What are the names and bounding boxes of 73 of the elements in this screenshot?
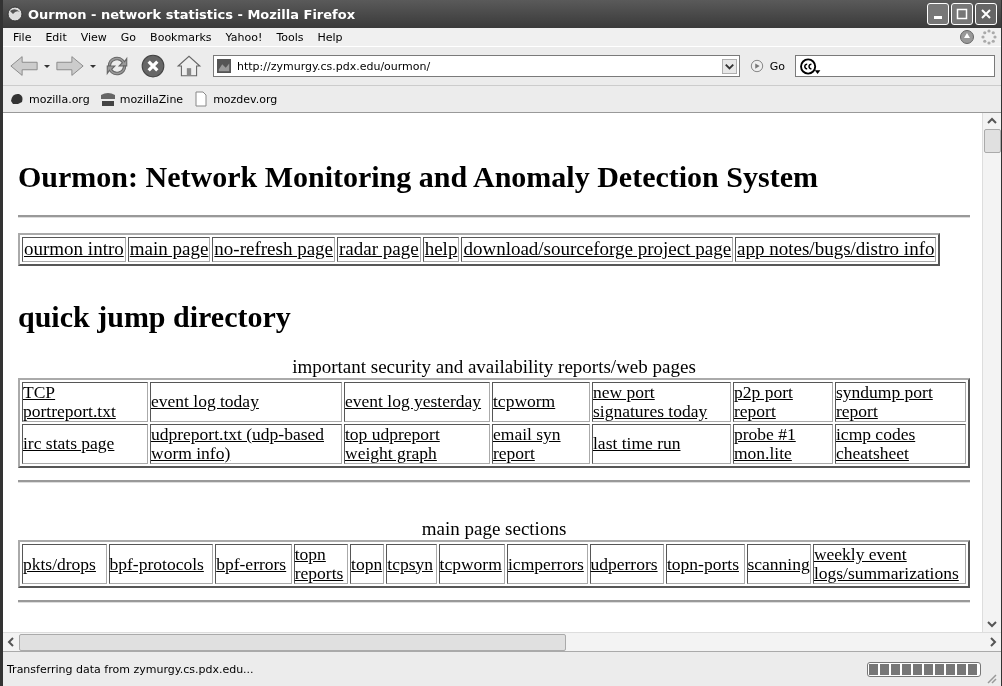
link[interactable]: new port signatures today	[593, 383, 730, 421]
home-icon[interactable]	[176, 53, 202, 79]
link[interactable]: weekly event logs/summarizations	[813, 545, 965, 583]
bookmark[interactable]: mozdev.org	[193, 91, 278, 107]
link[interactable]: top udpreport weight graph	[345, 424, 489, 463]
link[interactable]: radar page	[339, 239, 419, 260]
maximize-button[interactable]	[951, 3, 973, 25]
page-icon	[193, 91, 210, 107]
link[interactable]: udperrors	[590, 554, 663, 574]
link[interactable]: ourmon intro	[24, 239, 124, 260]
link[interactable]: scanning	[747, 554, 810, 574]
menu-item[interactable]: Yahoo!	[219, 30, 269, 44]
link[interactable]: irc stats page	[23, 434, 147, 454]
menu-item[interactable]: Bookmarks	[144, 30, 218, 44]
bookmark[interactable]: mozillaZine	[99, 91, 184, 107]
close-icon	[979, 7, 993, 21]
link[interactable]: topn reports	[294, 545, 348, 583]
update-icon	[959, 29, 975, 45]
bookmark[interactable]: mozilla.org	[9, 91, 90, 107]
link[interactable]: last time run	[593, 434, 730, 454]
throbber-icon	[981, 29, 997, 45]
menu-item[interactable]: File	[7, 30, 38, 44]
firefox-icon	[7, 6, 23, 22]
dropdown-icon[interactable]	[89, 62, 97, 70]
menu-item[interactable]: Go	[114, 30, 143, 44]
link[interactable]: topn-ports	[667, 554, 744, 574]
page-heading: Ourmon: Network Monitoring and Anomaly Detection System	[18, 160, 819, 193]
link[interactable]: syndump port report	[836, 383, 965, 421]
link[interactable]: tcpworm	[493, 392, 589, 412]
menu-item[interactable]: Edit	[39, 30, 73, 44]
table-caption: main page sections	[420, 518, 568, 540]
link[interactable]: topn	[351, 554, 384, 574]
address-field[interactable]: http://zymurgy.cs.pdx.edu/ourmon/	[213, 55, 740, 77]
menu-item[interactable]: View	[74, 30, 113, 44]
link[interactable]: main page	[129, 239, 209, 260]
table-caption: important security and availability reports/web pages	[291, 356, 697, 378]
minimize-icon	[934, 15, 942, 19]
link[interactable]: bpf-errors	[216, 554, 291, 574]
horizontal-scrollbar[interactable]	[3, 632, 1001, 651]
link[interactable]: event log today	[151, 392, 341, 412]
menu-item[interactable]: Help	[311, 30, 349, 44]
link[interactable]: udpreport.txt (udp-based worm info)	[151, 424, 341, 463]
link[interactable]: email syn report	[493, 424, 589, 463]
dropdown-icon[interactable]	[721, 58, 737, 74]
scrollbar-thumb[interactable]	[19, 633, 566, 651]
link[interactable]: pkts/drops	[23, 554, 106, 574]
link[interactable]: icmperrors	[508, 554, 587, 574]
dropdown-icon[interactable]	[43, 62, 51, 70]
search-field[interactable]	[795, 55, 995, 77]
menu-item[interactable]: Tools	[270, 30, 310, 44]
go-icon	[749, 59, 764, 73]
go-button[interactable]: Go	[743, 59, 791, 73]
vertical-scrollbar[interactable]	[982, 113, 1001, 632]
link[interactable]: help	[424, 239, 458, 260]
link[interactable]: no-refresh page	[214, 239, 334, 260]
section-heading: quick jump directory	[18, 299, 292, 333]
minimize-button[interactable]	[927, 3, 949, 25]
resize-grip-icon[interactable]	[985, 672, 997, 684]
stop-icon[interactable]	[140, 53, 166, 79]
link[interactable]: app notes/bugs/distro info	[737, 239, 935, 260]
maximize-icon	[955, 7, 969, 21]
status-text: Transferring data from zymurgy.cs.pdx.edu...	[7, 662, 254, 676]
close-button[interactable]	[975, 3, 997, 25]
link[interactable]: event log yesterday	[345, 392, 489, 412]
link[interactable]: p2p port report	[734, 383, 832, 421]
link[interactable]: download/sourceforge project page	[463, 239, 732, 260]
link[interactable]: icmp codes cheatsheet	[836, 424, 965, 463]
scrollbar-thumb[interactable]	[983, 129, 1001, 153]
link[interactable]: tcpsyn	[387, 554, 436, 574]
search-engine-icon	[799, 57, 821, 75]
window-title: Ourmon - network statistics - Mozilla Firefox	[28, 6, 357, 22]
link[interactable]: TCP portreport.txt	[23, 383, 147, 421]
link[interactable]: probe #1 mon.lite	[734, 424, 832, 463]
